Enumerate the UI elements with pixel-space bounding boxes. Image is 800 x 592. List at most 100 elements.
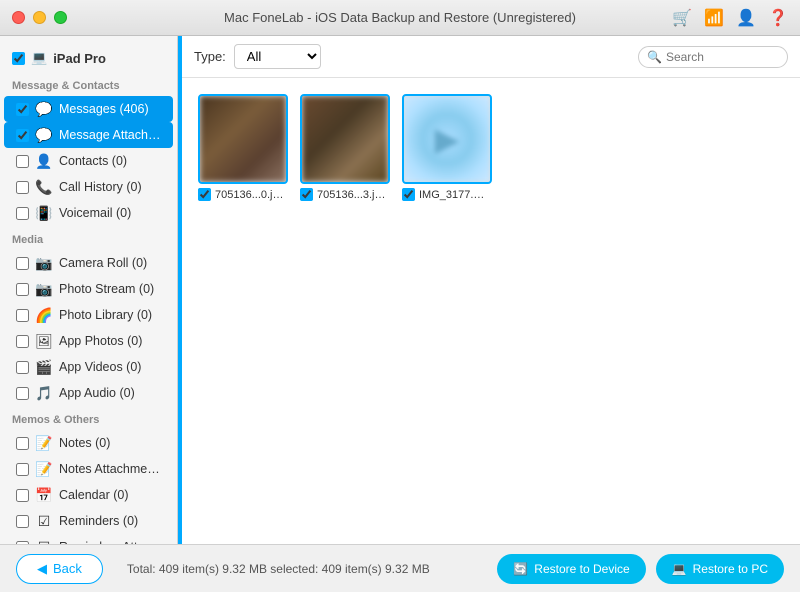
window-controls <box>12 11 67 24</box>
sidebar-item-notes[interactable]: 📝 Notes (0) <box>4 430 173 456</box>
messages-checkbox[interactable] <box>16 103 29 116</box>
notes-checkbox[interactable] <box>16 437 29 450</box>
media-checkbox-2[interactable] <box>300 188 313 201</box>
sidebar-item-notes-attachments[interactable]: 📝 Notes Attachments (0) <box>4 456 173 482</box>
notes-attach-label: Notes Attachments (0) <box>59 462 165 476</box>
call-history-icon: 📞 <box>35 178 53 196</box>
app-photos-checkbox[interactable] <box>16 335 29 348</box>
media-filename-3: IMG_3177.mov <box>419 189 492 201</box>
photo-stream-checkbox[interactable] <box>16 283 29 296</box>
minimize-button[interactable] <box>33 11 46 24</box>
sidebar-item-photo-stream[interactable]: 📷 Photo Stream (0) <box>4 276 173 302</box>
app-videos-icon: 🎬 <box>35 358 53 376</box>
list-item[interactable]: 705136...3.jpeg <box>300 94 390 201</box>
section-label-memos: Memos & Others <box>0 406 177 430</box>
back-button-label: Back <box>53 561 82 576</box>
photo-library-icon: 🌈 <box>35 306 53 324</box>
voicemail-checkbox[interactable] <box>16 207 29 220</box>
search-input[interactable] <box>666 50 779 64</box>
device-checkbox[interactable] <box>12 52 25 65</box>
photo-stream-label: Photo Stream (0) <box>59 282 165 296</box>
media-filename-2: 705136...3.jpeg <box>317 189 390 201</box>
account-icon[interactable]: 👤 <box>736 8 756 28</box>
camera-roll-icon: 📷 <box>35 254 53 272</box>
sidebar-item-photo-library[interactable]: 🌈 Photo Library (0) <box>4 302 173 328</box>
app-audio-icon: 🎵 <box>35 384 53 402</box>
sidebar-item-app-videos[interactable]: 🎬 App Videos (0) <box>4 354 173 380</box>
media-thumbnail-3[interactable]: ▶ <box>402 94 492 184</box>
app-audio-label: App Audio (0) <box>59 386 165 400</box>
app-photos-icon: 🖼 <box>35 332 53 350</box>
camera-roll-label: Camera Roll (0) <box>59 256 165 270</box>
app-videos-label: App Videos (0) <box>59 360 165 374</box>
messages-label: Messages (406) <box>59 102 165 116</box>
media-thumbnail-2[interactable] <box>300 94 390 184</box>
notes-icon: 📝 <box>35 434 53 452</box>
restore-device-icon: 🔄 <box>513 562 528 576</box>
app-videos-checkbox[interactable] <box>16 361 29 374</box>
msg-attach-checkbox[interactable] <box>16 129 29 142</box>
sidebar-item-voicemail[interactable]: 📳 Voicemail (0) <box>4 200 173 226</box>
content-with-border: Type: All Image Video Audio 🔍 <box>178 36 800 544</box>
list-item[interactable]: ▶ IMG_3177.mov <box>402 94 492 201</box>
contacts-checkbox[interactable] <box>16 155 29 168</box>
photo-library-checkbox[interactable] <box>16 309 29 322</box>
restore-device-button[interactable]: 🔄 Restore to Device <box>497 554 645 584</box>
sidebar-item-camera-roll[interactable]: 📷 Camera Roll (0) <box>4 250 173 276</box>
media-label-2: 705136...3.jpeg <box>300 188 390 201</box>
camera-roll-checkbox[interactable] <box>16 257 29 270</box>
status-bar: ◀ Back Total: 409 item(s) 9.32 MB select… <box>0 544 800 592</box>
notes-attach-checkbox[interactable] <box>16 463 29 476</box>
sidebar: 💻 iPad Pro Message & Contacts 💬 Messages… <box>0 36 178 544</box>
reminders-attach-icon: ☑ <box>35 538 53 544</box>
restore-pc-label: Restore to PC <box>693 562 768 576</box>
restore-device-label: Restore to Device <box>534 562 629 576</box>
media-checkbox-1[interactable] <box>198 188 211 201</box>
close-button[interactable] <box>12 11 25 24</box>
media-checkbox-3[interactable] <box>402 188 415 201</box>
app-audio-checkbox[interactable] <box>16 387 29 400</box>
media-label-3: IMG_3177.mov <box>402 188 492 201</box>
content-scroll: 705136...0.jpeg 705136...3.jpeg <box>182 78 800 544</box>
maximize-button[interactable] <box>54 11 67 24</box>
section-label-media: Media <box>0 226 177 250</box>
reminders-icon: ☑ <box>35 512 53 530</box>
call-history-checkbox[interactable] <box>16 181 29 194</box>
sidebar-item-contacts[interactable]: 👤 Contacts (0) <box>4 148 173 174</box>
restore-pc-icon: 💻 <box>672 562 687 576</box>
notes-attach-icon: 📝 <box>35 460 53 478</box>
sidebar-item-call-history[interactable]: 📞 Call History (0) <box>4 174 173 200</box>
messages-icon: 💬 <box>35 100 53 118</box>
msg-attach-icon: 💬 <box>35 126 53 144</box>
sidebar-item-messages[interactable]: 💬 Messages (406) <box>4 96 173 122</box>
sidebar-item-message-attachments[interactable]: 💬 Message Attachment... <box>4 122 173 148</box>
content-toolbar: Type: All Image Video Audio 🔍 <box>182 36 800 78</box>
back-button[interactable]: ◀ Back <box>16 554 103 584</box>
info-icon[interactable]: ❓ <box>768 8 788 28</box>
restore-pc-button[interactable]: 💻 Restore to PC <box>656 554 784 584</box>
device-item[interactable]: 💻 iPad Pro <box>0 44 177 72</box>
notes-label: Notes (0) <box>59 436 165 450</box>
reminders-label: Reminders (0) <box>59 514 165 528</box>
voicemail-icon: 📳 <box>35 204 53 222</box>
tablet-icon: 💻 <box>31 50 47 66</box>
sidebar-item-app-photos[interactable]: 🖼 App Photos (0) <box>4 328 173 354</box>
call-history-label: Call History (0) <box>59 180 165 194</box>
sidebar-item-app-audio[interactable]: 🎵 App Audio (0) <box>4 380 173 406</box>
window-title: Mac FoneLab - iOS Data Backup and Restor… <box>224 10 576 25</box>
reminders-checkbox[interactable] <box>16 515 29 528</box>
section-label-messages: Message & Contacts <box>0 72 177 96</box>
sidebar-item-reminders[interactable]: ☑ Reminders (0) <box>4 508 173 534</box>
wifi-icon: 📶 <box>704 8 724 28</box>
list-item[interactable]: 705136...0.jpeg <box>198 94 288 201</box>
type-select[interactable]: All Image Video Audio <box>234 44 321 69</box>
type-label: Type: <box>194 49 226 64</box>
search-icon: 🔍 <box>647 50 662 64</box>
media-thumbnail-1[interactable] <box>198 94 288 184</box>
sidebar-item-calendar[interactable]: 📅 Calendar (0) <box>4 482 173 508</box>
cart-icon[interactable]: 🛒 <box>672 8 692 28</box>
reminders-attach-checkbox[interactable] <box>16 541 29 545</box>
sidebar-item-reminders-attachments[interactable]: ☑ Reminders Attachme... <box>4 534 173 544</box>
calendar-icon: 📅 <box>35 486 53 504</box>
calendar-checkbox[interactable] <box>16 489 29 502</box>
